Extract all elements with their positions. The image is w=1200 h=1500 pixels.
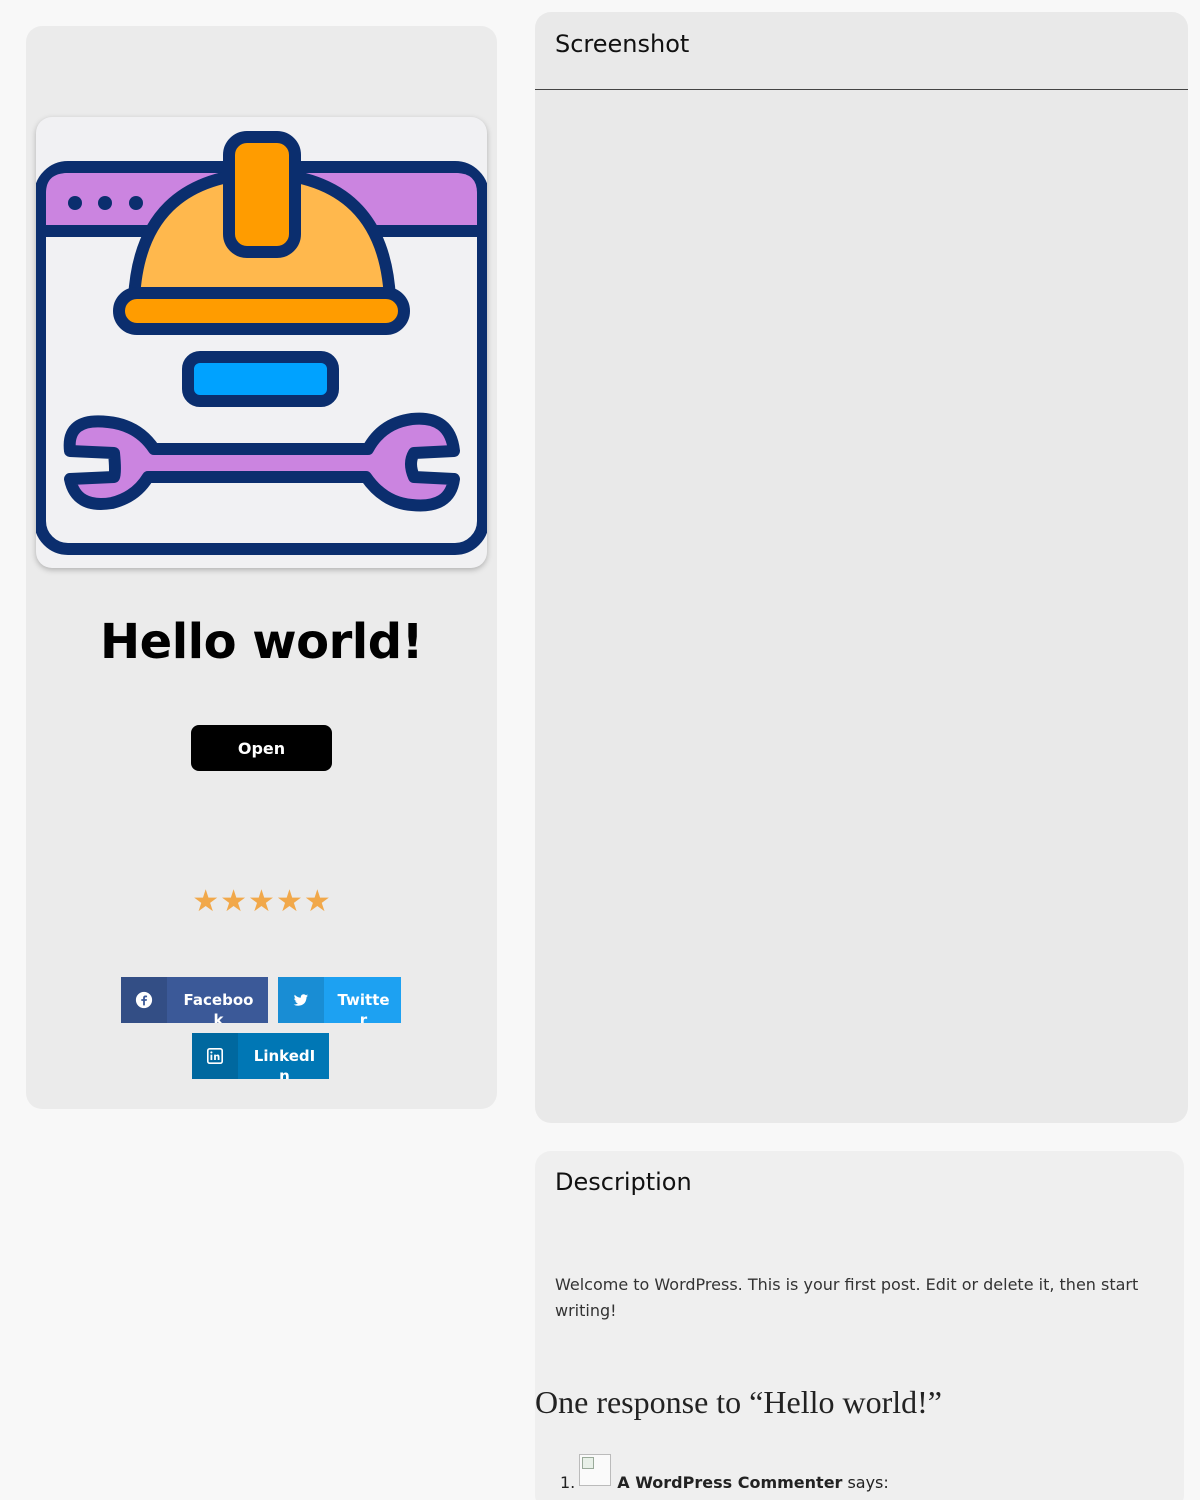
description-heading: Description [555, 1168, 692, 1196]
screenshot-header: Screenshot [535, 12, 1188, 90]
share-linkedin-button[interactable]: LinkedIn [192, 1033, 329, 1079]
twitter-icon [293, 994, 309, 1006]
app-card: Hello world! Open ★ ★ ★ ★ ★ Facebook Twi… [26, 26, 497, 1109]
share-twitter-label: Twitter [337, 991, 390, 1023]
description-panel: Description Welcome to WordPress. This i… [535, 1151, 1184, 1500]
linkedin-icon [206, 1047, 224, 1065]
construction-maintenance-icon [36, 117, 487, 568]
screenshot-heading: Screenshot [555, 30, 690, 58]
share-twitter-button[interactable]: Twitter [278, 977, 401, 1023]
avatar [579, 1454, 612, 1486]
comment-number: 1. [560, 1473, 576, 1492]
star-icon: ★ [248, 884, 275, 919]
comments-title: One response to “Hello world!” [535, 1384, 942, 1420]
share-facebook-button[interactable]: Facebook [121, 977, 268, 1023]
facebook-icon [135, 991, 153, 1009]
share-linkedin-label: LinkedIn [253, 1047, 316, 1079]
share-facebook-label: Facebook [183, 991, 254, 1023]
comment-says: says: [847, 1473, 889, 1492]
post-title: Hello world! [99, 614, 424, 670]
open-button[interactable]: Open [191, 725, 332, 771]
comment-item: 1. A WordPress Commenter says: [560, 1452, 889, 1492]
screenshot-panel: Screenshot [535, 12, 1188, 1123]
star-icon: ★ [275, 884, 303, 919]
star-icon: ★ [303, 884, 331, 919]
description-text: Welcome to WordPress. This is your first… [555, 1275, 1139, 1320]
star-rating: ★ ★ ★ ★ ★ [26, 886, 497, 918]
comment-author[interactable]: A WordPress Commenter [617, 1473, 842, 1492]
star-icon: ★ [192, 884, 220, 919]
star-icon: ★ [220, 884, 248, 919]
